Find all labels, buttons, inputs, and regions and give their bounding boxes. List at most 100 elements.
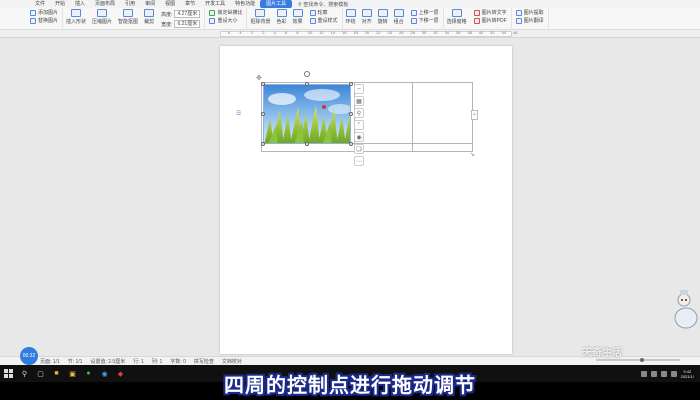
select-pane-icon	[451, 9, 462, 17]
crop-button[interactable]: 裁剪	[141, 8, 157, 26]
up-layer-button[interactable]: 上移一层	[410, 10, 439, 16]
ruler-number: 2	[250, 30, 254, 35]
reset-size-button[interactable]: 重设大小	[209, 18, 237, 24]
status-section: 节: 1/1	[67, 358, 83, 365]
ruler-number: 4	[239, 30, 242, 35]
status-row: 行: 1	[133, 358, 144, 365]
align-button[interactable]: 对齐	[359, 8, 375, 26]
zoom-icon[interactable]: ⚲	[354, 108, 364, 118]
table-resize-icon[interactable]: ↘	[470, 151, 475, 158]
smart-cutout-button[interactable]: 智能抠图	[115, 8, 141, 26]
down-layer-icon	[410, 18, 417, 24]
lock-ratio-label: 锁定纵横比	[217, 10, 243, 16]
ribbon-group-size: 高度: 4.27厘米 宽度: 6.21厘米	[157, 8, 206, 30]
menu-developer[interactable]: 开发工具	[200, 0, 230, 8]
copy-icon[interactable]: ❏	[354, 144, 364, 154]
status-words[interactable]: 字数: 0	[170, 358, 186, 365]
resize-handle-left[interactable]	[261, 112, 265, 116]
search-icon: ⚲	[298, 1, 302, 8]
menu-section[interactable]: 章节	[180, 0, 200, 8]
menu-special[interactable]: 特色功能	[230, 0, 260, 8]
effect-button[interactable]: 效果	[290, 8, 306, 26]
reset-style-button[interactable]: 重设样式	[309, 18, 338, 24]
menu-insert[interactable]: 插入	[70, 0, 90, 8]
horizontal-ruler[interactable]: 6 4 2 2 4 6 8 10 12 14 16 18 20 22 24 26 28 30 32 34 36 38 40 4…	[0, 30, 700, 38]
video-subtitle: 四周的控制点进行拖动调节	[224, 373, 476, 397]
add-picture-button[interactable]: 添加图片	[30, 10, 58, 16]
width-input[interactable]: 6.21厘米	[174, 20, 201, 28]
menu-home[interactable]: 开始	[50, 0, 70, 8]
replace-picture-label: 替换图片	[38, 18, 59, 24]
ruler-number: 36	[456, 30, 461, 35]
resize-handle-top-left[interactable]	[261, 82, 265, 86]
lock-ratio-checkbox[interactable]: 锁定纵横比	[209, 10, 242, 16]
resize-handle-bottom[interactable]	[305, 142, 309, 146]
resize-handle-bottom-left[interactable]	[261, 142, 265, 146]
img-to-pdf-button[interactable]: 图片转PDF	[473, 18, 507, 24]
ruler-number: 16	[342, 30, 347, 35]
img-extract-button[interactable]: 图片提取	[515, 10, 544, 16]
ruler-number: 22	[376, 30, 381, 35]
rotate-label: 旋转	[377, 19, 388, 25]
height-input[interactable]: 4.27厘米	[174, 10, 201, 18]
down-layer-button[interactable]: 下移一层	[410, 18, 439, 24]
ruler-number: 8	[296, 30, 299, 35]
up-layer-icon	[410, 10, 417, 16]
paragraph-marker-icon[interactable]: ☰	[236, 110, 241, 117]
img-to-pdf-label: 图片转PDF	[481, 18, 507, 24]
compress-button[interactable]: 压缩图片	[89, 8, 115, 26]
resize-handle-top[interactable]	[305, 82, 309, 86]
recording-indicator: 00:32	[20, 347, 38, 365]
color-button[interactable]: 色彩	[274, 8, 290, 26]
table-add-column-icon[interactable]: +	[471, 110, 478, 120]
outline-button[interactable]: 轮廓	[309, 10, 328, 16]
insert-shape-button[interactable]: 插入形状	[63, 8, 89, 26]
img-to-text-button[interactable]: 图片转文字	[473, 10, 507, 16]
remove-bg-label: 抠除背景	[250, 19, 271, 25]
combine-button[interactable]: 组合	[391, 8, 407, 26]
status-doc-check[interactable]: 文档校对	[222, 358, 242, 365]
status-spell-check[interactable]: 拼写检查	[194, 358, 214, 365]
menu-picture-tools[interactable]: 图片工具	[260, 0, 293, 8]
crop-label: 裁剪	[144, 19, 155, 25]
select-pane-label: 选择窗格	[446, 19, 467, 25]
menu-review[interactable]: 审阅	[140, 0, 160, 8]
combine-label: 组合	[393, 19, 404, 25]
menu-page-layout[interactable]: 页面布局	[90, 0, 120, 8]
wrap-label: 环绕	[345, 19, 356, 25]
remove-background-button[interactable]: 抠除背景	[247, 8, 273, 26]
img-to-text-label: 图片转文字	[481, 10, 507, 16]
layout-options-icon[interactable]: ▦	[354, 96, 364, 106]
selected-picture[interactable]	[263, 84, 351, 144]
outline-label: 轮廓	[317, 10, 328, 16]
menu-file[interactable]: 文件	[30, 0, 50, 8]
img-translate-button[interactable]: 图片翻译	[515, 18, 544, 24]
compress-label: 压缩图片	[92, 19, 113, 25]
replace-icon	[30, 18, 36, 24]
reset-icon	[209, 18, 216, 24]
ribbon-group-style: 轮廓 重设样式	[306, 8, 343, 30]
replace-picture-button[interactable]: 替换图片	[30, 18, 58, 24]
up-layer-label: 上移一层	[418, 10, 439, 16]
ruler-number: 20	[364, 30, 370, 35]
crop-icon[interactable]: ⌜	[354, 120, 364, 130]
rotate-handle-icon[interactable]	[304, 71, 310, 77]
combine-icon	[393, 9, 404, 17]
rotate-button[interactable]: 旋转	[375, 8, 391, 26]
wrap-button[interactable]: 环绕	[343, 8, 359, 26]
document-page[interactable]: ✥ ☰ – ▦ ⚲ ⌜ ◉ ❏ ⋯ + ↘	[220, 46, 512, 354]
collapse-icon[interactable]: –	[354, 84, 364, 94]
cutout-icon[interactable]: ◉	[354, 132, 364, 142]
ruler-number: 12	[319, 30, 324, 35]
select-pane-button[interactable]: 选择窗格	[444, 8, 470, 26]
menu-references[interactable]: 引用	[120, 0, 140, 8]
ribbon-toolbar: 添加图片 替换图片 插入形状 压缩图片 智能抠图 裁剪 高度: 4.27厘米 宽度…	[0, 8, 700, 30]
command-search[interactable]: ⚲ 查找命令、搜索模板	[292, 1, 354, 8]
ruler-number: 2	[262, 30, 265, 35]
move-icon[interactable]: ✥	[256, 74, 262, 82]
more-icon[interactable]: ⋯	[354, 156, 364, 166]
menu-view[interactable]: 视图	[160, 0, 180, 8]
add-picture-label: 添加图片	[38, 10, 59, 16]
command-search-label: 查找命令、搜索模板	[303, 1, 349, 8]
picture-floating-toolbar: – ▦ ⚲ ⌜ ◉ ❏ ⋯	[353, 84, 365, 166]
